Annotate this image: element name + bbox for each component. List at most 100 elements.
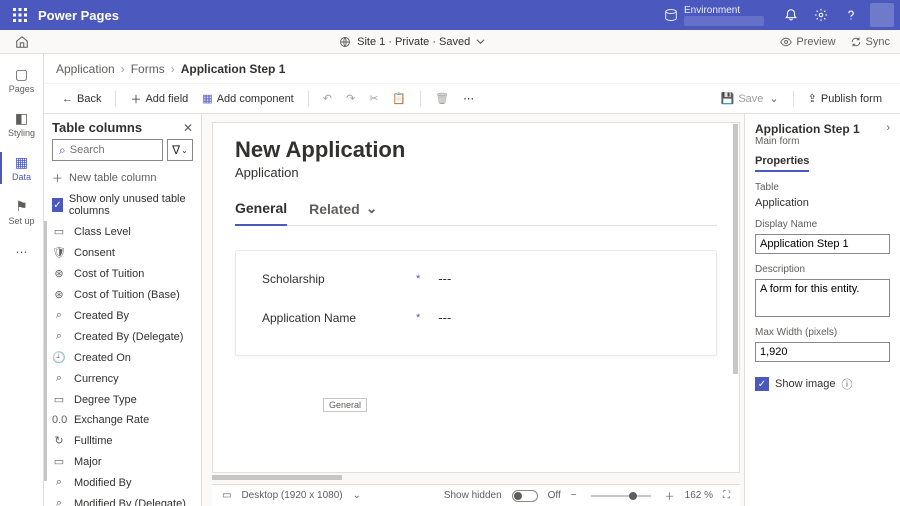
columns-list: ▭Class Level🛡Consent ⊛ Cost of Tuition ⊛Cos… <box>44 221 201 506</box>
rail-pages[interactable]: ▢ Pages <box>0 58 44 102</box>
column-item[interactable]: ▭Major <box>44 451 201 472</box>
environment-picker[interactable]: Environment <box>664 5 764 26</box>
field-value: --- <box>438 271 451 286</box>
search-input[interactable]: ⌕ <box>52 139 163 161</box>
input-display-name[interactable] <box>755 234 890 254</box>
column-item[interactable]: ⌕Created By <box>44 305 201 326</box>
column-item[interactable]: 🕘Created On <box>44 347 201 368</box>
chevron-down-icon <box>476 37 485 46</box>
column-label: Created By (Delegate) <box>74 331 183 343</box>
chevron-down-icon[interactable]: ⌄ <box>353 490 361 501</box>
column-item[interactable]: 🛡Consent <box>44 242 201 263</box>
field-row[interactable]: Scholarship * --- <box>262 271 690 286</box>
column-label: Cost of Tuition <box>74 268 144 280</box>
settings-icon[interactable] <box>806 0 836 30</box>
column-type-icon: ⌕ <box>52 330 66 343</box>
layout-picker[interactable]: Desktop (1920 x 1080) <box>241 490 342 501</box>
section-tag[interactable]: General <box>323 398 367 412</box>
publish-button[interactable]: ⇪Publish form <box>802 89 888 108</box>
scrollbar[interactable] <box>733 124 738 374</box>
column-item[interactable]: ⌕ Created By (Delegate) <box>44 326 201 347</box>
cut-button[interactable]: ✂ <box>363 89 384 108</box>
fit-to-screen-button[interactable]: ⛶ <box>723 490 730 501</box>
properties-panel: Application Step 1 Main form › Propertie… <box>744 114 900 506</box>
show-hidden-toggle[interactable] <box>512 490 538 502</box>
tab-general[interactable]: General <box>235 194 287 226</box>
more-button[interactable]: ⋯ <box>457 89 480 108</box>
column-type-icon: ⌕ <box>52 372 66 385</box>
column-item[interactable]: ⌕Modified By <box>44 472 201 493</box>
styling-icon: ◧ <box>15 110 28 126</box>
close-icon[interactable]: ✕ <box>183 121 193 135</box>
column-type-icon: ⊛ <box>52 288 66 301</box>
scrollbar[interactable] <box>212 475 342 480</box>
sync-button[interactable]: Sync <box>850 36 890 48</box>
new-column-button[interactable]: ＋New table column <box>44 167 201 189</box>
add-component-button[interactable]: ▦Add component <box>196 89 299 108</box>
arrow-left-icon: ← <box>62 93 73 105</box>
account-avatar[interactable] <box>870 3 894 27</box>
chevron-down-icon: ⌄ <box>181 146 188 155</box>
column-label: Created By <box>74 310 129 322</box>
chevron-right-icon[interactable]: › <box>886 122 890 134</box>
zoom-out-button[interactable]: − <box>571 490 577 501</box>
input-description[interactable] <box>755 279 890 317</box>
crumb-application[interactable]: Application <box>56 62 115 76</box>
props-tab-properties[interactable]: Properties <box>755 155 809 172</box>
column-item[interactable]: ⌕Currency <box>44 368 201 389</box>
props-title: Application Step 1 <box>755 122 860 136</box>
save-button[interactable]: 💾Save⌄ <box>715 89 785 108</box>
label-description: Description <box>755 264 890 275</box>
input-max-width[interactable] <box>755 342 890 362</box>
filter-button[interactable]: ∇⌄ <box>167 139 193 161</box>
add-field-button[interactable]: ＋Add field <box>124 88 194 110</box>
help-icon[interactable] <box>836 0 866 30</box>
app-launcher-icon[interactable] <box>6 8 34 22</box>
canvas-statusbar: ▭ Desktop (1920 x 1080) ⌄ Show hidden Of… <box>212 484 740 506</box>
column-label: Exchange Rate <box>74 414 149 426</box>
info-icon[interactable]: ⓘ <box>842 376 853 392</box>
field-row[interactable]: Application Name * --- <box>262 310 690 325</box>
column-label: Created On <box>74 352 131 364</box>
column-item[interactable]: 0.0Exchange Rate <box>44 410 201 430</box>
undo-button[interactable]: ↶ <box>317 89 338 108</box>
rail-setup[interactable]: ⚑ Set up <box>0 190 44 234</box>
form-canvas: New Application Application General Rela… <box>202 114 744 506</box>
crumb-current: Application Step 1 <box>181 62 286 76</box>
notifications-icon[interactable] <box>776 0 806 30</box>
column-item[interactable]: ⊛ Cost of Tuition <box>44 263 201 284</box>
column-item[interactable]: ▭Degree Type <box>44 389 201 410</box>
delete-button[interactable]: 🗑 <box>429 89 455 108</box>
back-button[interactable]: ←Back <box>56 90 107 108</box>
column-item[interactable]: ⌕Modified By (Delegate) <box>44 493 201 506</box>
column-item[interactable]: ▭Class Level <box>44 221 201 242</box>
home-icon[interactable] <box>15 35 29 49</box>
scrollbar[interactable] <box>44 221 47 481</box>
chevron-down-icon[interactable]: ⌄ <box>769 92 778 105</box>
site-picker[interactable]: Site 1 · Private · Saved <box>44 36 780 48</box>
rail-styling[interactable]: ◧ Styling <box>0 102 44 146</box>
rail-data[interactable]: ▦ Data <box>0 146 44 190</box>
column-item[interactable]: ⊛Cost of Tuition (Base) <box>44 284 201 305</box>
rail-more[interactable]: ⋯ <box>0 234 44 270</box>
pages-icon: ▢ <box>15 66 28 82</box>
layout-icon[interactable]: ▭ <box>222 490 231 501</box>
form-toolbar: ←Back ＋Add field ▦Add component ↶ ↷ ✂ 📋 … <box>44 84 900 114</box>
zoom-slider[interactable] <box>591 495 651 497</box>
show-unused-toggle[interactable]: ✓ Show only unused table columns <box>44 189 201 221</box>
form-section[interactable]: Scholarship * --- Application Name * --- <box>235 250 717 356</box>
paste-button[interactable]: 📋 <box>386 89 412 108</box>
zoom-in-button[interactable]: ＋ <box>665 488 675 503</box>
chevron-right-icon: › <box>171 62 175 76</box>
column-type-icon: ⊛ <box>52 267 66 280</box>
tab-related[interactable]: Related⌄ <box>309 194 377 225</box>
component-icon: ▦ <box>202 92 212 105</box>
product-name: Power Pages <box>38 8 119 23</box>
redo-button[interactable]: ↷ <box>340 89 361 108</box>
site-bar: Site 1 · Private · Saved Preview Sync <box>0 30 900 54</box>
show-image-toggle[interactable]: ✓ Show image ⓘ <box>755 372 890 396</box>
checkbox-checked-icon: ✓ <box>52 198 63 212</box>
crumb-forms[interactable]: Forms <box>131 62 165 76</box>
preview-button[interactable]: Preview <box>780 36 835 48</box>
column-item[interactable]: ↻Fulltime <box>44 430 201 451</box>
